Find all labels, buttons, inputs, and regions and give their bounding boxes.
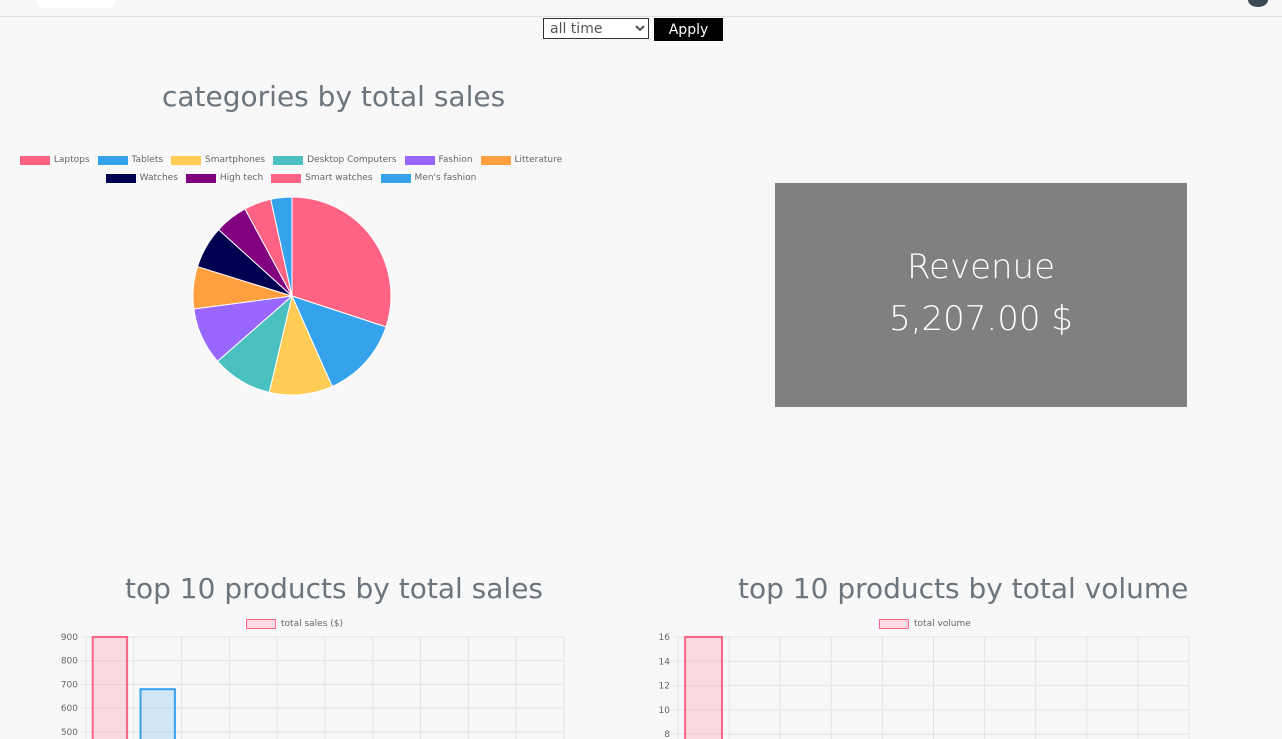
avatar[interactable] (1248, 0, 1268, 7)
legend-swatch (171, 155, 202, 165)
y-tick-label: 600 (61, 704, 78, 714)
y-tick-label: 800 (61, 657, 78, 667)
legend-item-litterature[interactable]: Litterature (480, 155, 563, 165)
legend-item-smart-watches[interactable]: Smart watches (271, 173, 373, 183)
bar-1 (684, 636, 723, 739)
legend-swatch (271, 173, 302, 183)
period-select[interactable]: all time (543, 18, 649, 39)
legend-swatch (19, 155, 50, 165)
y-tick-label: 700 (61, 680, 78, 690)
legend-item-watches[interactable]: Watches (105, 173, 178, 183)
y-tick-label: 16 (659, 633, 671, 643)
legend-item-desktop-computers[interactable]: Desktop Computers (273, 155, 397, 165)
legend-label: Litterature (514, 155, 563, 165)
legend-swatch (97, 155, 128, 165)
legend-swatch (273, 155, 304, 165)
y-tick-label: 14 (659, 657, 671, 667)
pie-chart (192, 196, 392, 396)
logo[interactable] (36, 0, 116, 8)
sales-chart-title: top 10 products by total sales (125, 572, 544, 605)
revenue-label: Revenue (906, 247, 1056, 287)
legend-label: Watches (139, 173, 178, 183)
y-tick-label: 8 (664, 730, 670, 739)
revenue-value: 5,207.00 $ (889, 299, 1073, 339)
pie-chart-title: categories by total sales (162, 80, 506, 113)
legend-label: Desktop Computers (307, 155, 397, 165)
legend-item-laptops[interactable]: Laptops (19, 155, 90, 165)
legend-swatch (185, 173, 216, 183)
legend-label: Smart watches (305, 173, 373, 183)
legend-swatch (105, 173, 136, 183)
legend-label: Laptops (53, 155, 90, 165)
volume-chart-title: top 10 products by total volume (738, 572, 1189, 605)
y-tick-label: 500 (61, 728, 78, 738)
pie-legend: Laptops Tablets Smartphones Desktop Comp… (19, 151, 562, 187)
revenue-card: Revenue 5,207.00 $ (775, 183, 1187, 407)
legend-item-smartphones[interactable]: Smartphones (171, 155, 265, 165)
volume-bar-chart: 8 10 12 14 16 (659, 633, 1190, 739)
y-tick-label: 12 (659, 682, 670, 692)
legend-label: High tech (219, 173, 264, 183)
legend-item-high-tech[interactable]: High tech (185, 173, 264, 183)
filter-row: all time Apply (543, 18, 723, 41)
bar-2 (139, 688, 176, 739)
legend-label: Smartphones (205, 155, 266, 165)
y-tick-label: 10 (659, 706, 671, 716)
legend-item-tablets[interactable]: Tablets (97, 155, 164, 165)
legend-item-fashion[interactable]: Fashion (404, 155, 473, 165)
apply-button[interactable]: Apply (654, 18, 723, 41)
legend-swatch (480, 155, 511, 165)
y-tick-label: 900 (61, 633, 78, 643)
legend-label: Tablets (131, 155, 164, 165)
legend-label: Fashion (438, 155, 473, 165)
legend-swatch (404, 155, 435, 165)
legend-label: Men's fashion (414, 173, 477, 183)
top-bar (0, 0, 1282, 17)
bar-1 (91, 636, 129, 739)
legend-item-mens-fashion[interactable]: Men's fashion (380, 173, 477, 183)
legend-swatch (380, 173, 411, 183)
sales-bar-chart: 500 600 700 800 900 (61, 633, 565, 739)
